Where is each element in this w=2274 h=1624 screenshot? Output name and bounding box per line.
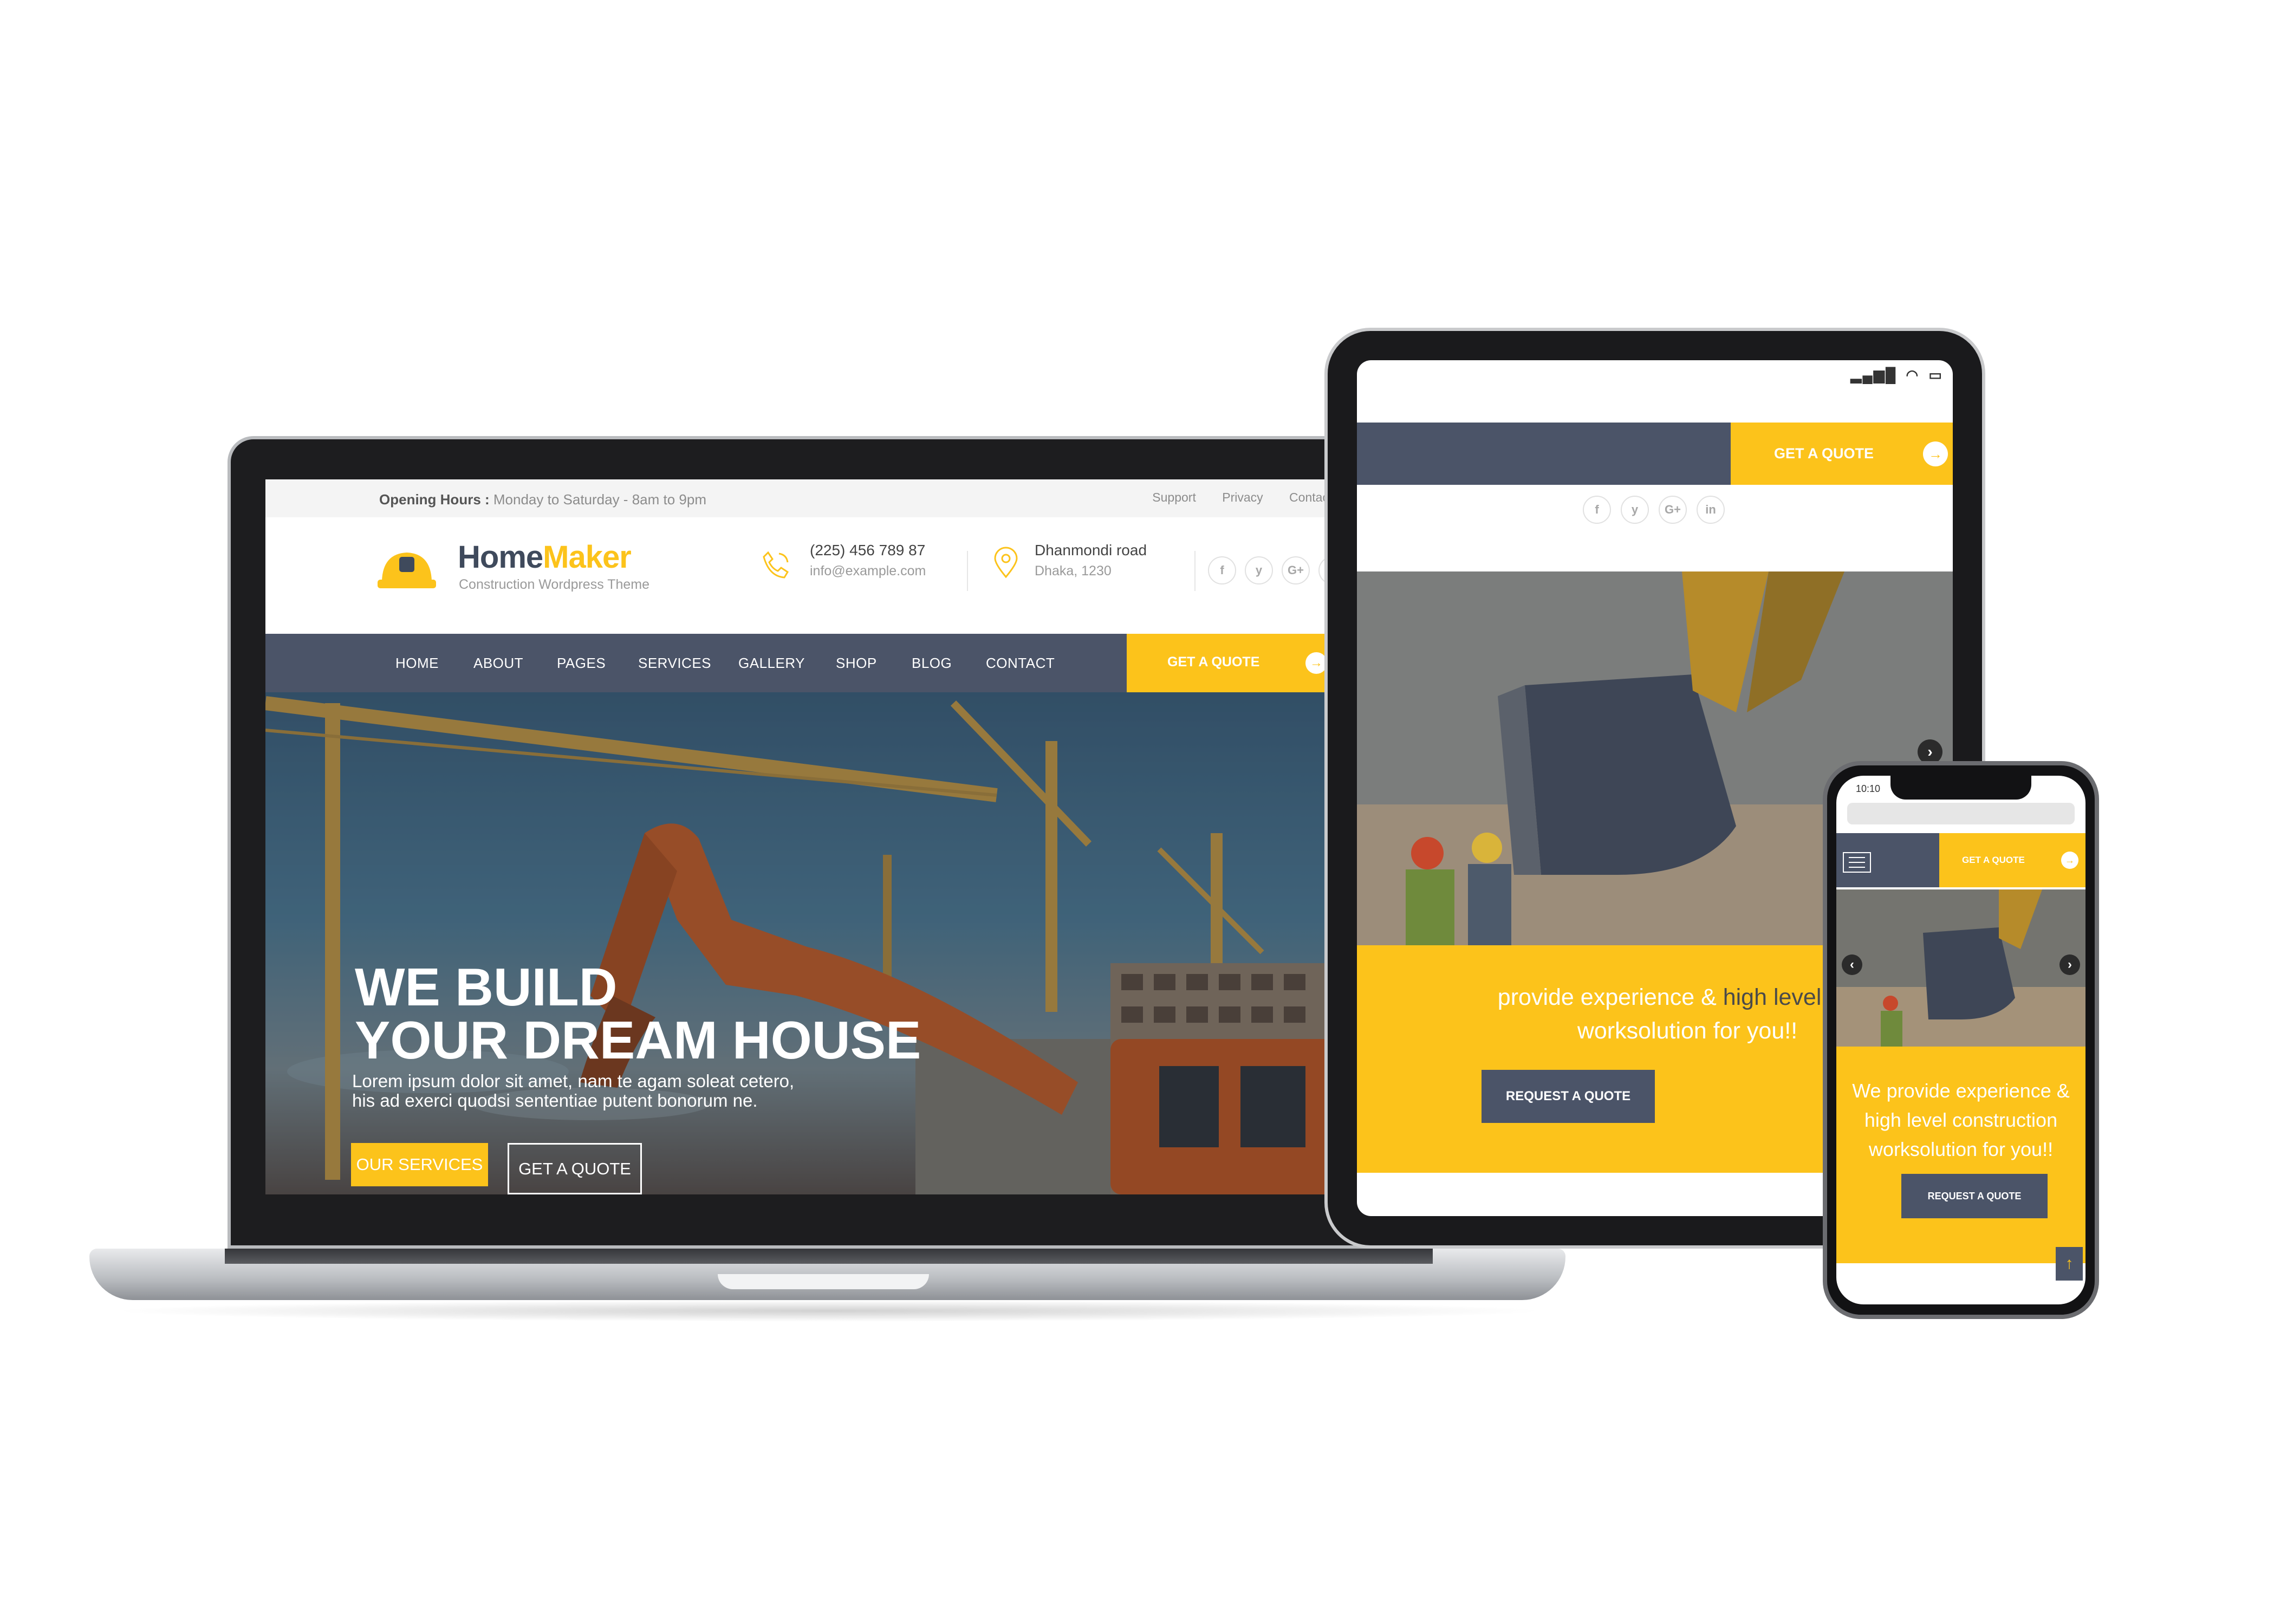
phone-get-a-quote-label: GET A QUOTE xyxy=(1962,855,2025,865)
nav-item-pages[interactable]: PAGES xyxy=(557,634,606,692)
top-links: Support Privacy Contact us xyxy=(1129,490,1349,505)
tablet-nav: GET A QUOTE → xyxy=(1357,423,1953,485)
phone-cta-band: We provide experience & high level const… xyxy=(1836,1047,2085,1263)
construction-scene-image xyxy=(265,692,1403,1194)
battery-icon: ▭ xyxy=(1928,367,1943,383)
support-link[interactable]: Support xyxy=(1152,490,1196,504)
hero-get-a-quote-button[interactable]: GET A QUOTE xyxy=(508,1143,642,1194)
hero-description: Lorem ipsum dolor sit amet, nam te agam … xyxy=(352,1071,794,1110)
nav-item-shop[interactable]: SHOP xyxy=(836,634,877,692)
phone-time: 10:10 xyxy=(1856,783,1881,794)
email-address[interactable]: info@example.com xyxy=(810,563,926,579)
nav-item-contact[interactable]: CONTACT xyxy=(986,634,1055,692)
twitter-icon[interactable]: y xyxy=(1621,496,1649,524)
hero-title-line-2: YOUR DREAM HOUSE xyxy=(355,1010,921,1070)
phone-screen: 10:10 GET A QUOTE → ‹ › We provide exper… xyxy=(1836,776,2085,1304)
laptop-shadow xyxy=(108,1300,1549,1322)
hero-banner: WE BUILD YOUR DREAM HOUSE Lorem ipsum do… xyxy=(265,692,1403,1194)
laptop-trackpad-notch xyxy=(718,1274,929,1289)
facebook-icon[interactable]: f xyxy=(1208,556,1236,584)
tablet-get-a-quote-label: GET A QUOTE xyxy=(1774,445,1874,462)
google-plus-icon[interactable]: G+ xyxy=(1659,496,1687,524)
nav-item-home[interactable]: HOME xyxy=(395,634,439,692)
facebook-icon[interactable]: f xyxy=(1583,496,1611,524)
phone-notch xyxy=(1890,775,2031,800)
arrow-right-icon: → xyxy=(1923,441,1948,466)
laptop-screen: Opening Hours : Monday to Saturday - 8am… xyxy=(265,479,1403,1194)
signal-icon: ▂▄▆█ xyxy=(1850,367,1897,383)
main-nav: HOME ABOUT PAGES SERVICES GALLERY SHOP B… xyxy=(265,634,1403,692)
wifi-icon: ◠ xyxy=(1906,367,1920,383)
hero-title: WE BUILD YOUR DREAM HOUSE xyxy=(355,960,921,1067)
phone-nav: GET A QUOTE → xyxy=(1836,833,2085,887)
arrow-right-icon: → xyxy=(1305,652,1327,674)
hamburger-menu-icon[interactable] xyxy=(1843,852,1871,873)
address-line-1: Dhanmondi road xyxy=(1035,542,1147,558)
phone-icon xyxy=(763,551,789,579)
scroll-to-top-icon[interactable]: ↑ xyxy=(2056,1247,2083,1281)
nav-item-gallery[interactable]: GALLERY xyxy=(738,634,805,692)
status-bar: ▂▄▆█ ◠ ▭ xyxy=(1850,367,1943,384)
hero-title-line-1: WE BUILD xyxy=(355,957,618,1017)
nav-item-blog[interactable]: BLOG xyxy=(912,634,952,692)
header-divider xyxy=(1194,551,1196,591)
phone-number[interactable]: (225) 456 789 87 xyxy=(810,542,925,559)
logo-wordmark[interactable]: HomeMaker xyxy=(458,539,632,575)
twitter-icon[interactable]: y xyxy=(1245,556,1273,584)
tablet-get-a-quote-button[interactable]: GET A QUOTE → xyxy=(1731,423,1953,485)
map-pin-icon xyxy=(994,547,1018,579)
phone-request-a-quote-button[interactable]: REQUEST A QUOTE xyxy=(1901,1174,2048,1218)
phone-hero-image: ‹ › xyxy=(1836,889,2085,1047)
linkedin-icon[interactable]: in xyxy=(1697,496,1725,524)
get-a-quote-label: GET A QUOTE xyxy=(1167,654,1260,670)
hero-description-line-1: Lorem ipsum dolor sit amet, nam te agam … xyxy=(352,1071,795,1091)
our-services-button[interactable]: OUR SERVICES xyxy=(351,1143,488,1186)
header-divider xyxy=(967,551,968,591)
google-plus-icon[interactable]: G+ xyxy=(1282,556,1310,584)
opening-hours-value: Monday to Saturday - 8am to 9pm xyxy=(489,491,706,508)
logo-name-maker: Maker xyxy=(543,540,632,575)
site-header: HomeMaker Construction Wordpress Theme (… xyxy=(265,517,1403,634)
slider-prev-icon[interactable]: ‹ xyxy=(1842,954,1862,975)
privacy-link[interactable]: Privacy xyxy=(1222,490,1263,504)
opening-hours-label: Opening Hours : xyxy=(379,491,490,508)
phone-address-bar[interactable] xyxy=(1847,803,2075,824)
phone-get-a-quote-button[interactable]: GET A QUOTE → xyxy=(1939,833,2085,887)
get-a-quote-button[interactable]: GET A QUOTE → xyxy=(1127,634,1349,692)
slider-next-icon[interactable]: › xyxy=(2059,954,2080,975)
hero-description-line-2: his ad exerci quodsi sententiae putent b… xyxy=(352,1090,758,1110)
tablet-cta-text-part-1: provide experience & xyxy=(1497,984,1723,1010)
nav-item-services[interactable]: SERVICES xyxy=(638,634,711,692)
tablet-request-a-quote-button[interactable]: REQUEST A QUOTE xyxy=(1482,1070,1655,1123)
hard-hat-icon xyxy=(378,553,436,588)
laptop-hinge xyxy=(225,1249,1433,1264)
nav-item-about[interactable]: ABOUT xyxy=(473,634,523,692)
phone-cta-text: We provide experience & high level const… xyxy=(1852,1080,2070,1160)
logo-name-home: Home xyxy=(458,540,543,575)
opening-hours: Opening Hours : Monday to Saturday - 8am… xyxy=(379,491,706,508)
address-line-2: Dhaka, 1230 xyxy=(1035,563,1112,579)
top-bar: Opening Hours : Monday to Saturday - 8am… xyxy=(265,479,1403,517)
logo-tagline: Construction Wordpress Theme xyxy=(459,577,650,592)
arrow-right-icon: → xyxy=(2061,852,2078,869)
excavator-bucket-image xyxy=(1836,889,2085,1047)
